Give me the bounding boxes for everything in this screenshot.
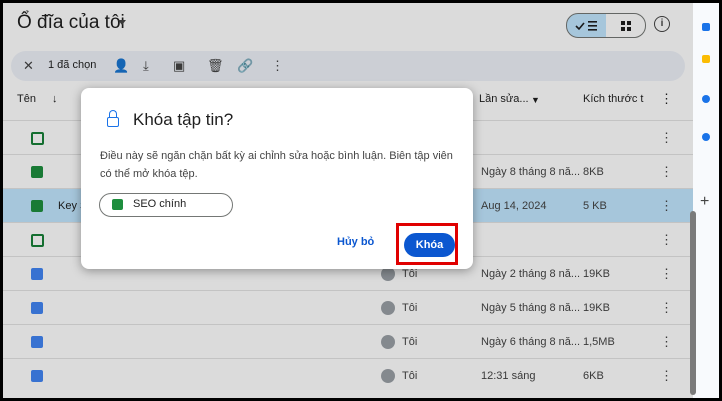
dialog-title: Khóa tập tin?	[133, 110, 234, 129]
lock-icon-body	[107, 117, 119, 127]
contacts-icon[interactable]	[702, 133, 710, 141]
dialog-body: Điều này sẽ ngăn chặn bất kỳ ai chỉnh sử…	[100, 150, 453, 180]
scrollbar[interactable]	[690, 211, 696, 395]
file-chip: SEO chính	[99, 193, 233, 217]
drive-window: Ổ đĩa của tôi i ✕ 1 đã chọn 👤 ⤓ ▣ 🗑 🔗 ⋮ …	[3, 3, 719, 398]
tasks-icon[interactable]	[702, 95, 710, 103]
right-side-panel: +	[693, 3, 719, 398]
sheets-icon	[112, 199, 123, 210]
calendar-icon[interactable]	[702, 23, 710, 31]
file-chip-label: SEO chính	[133, 198, 187, 210]
cancel-button[interactable]: Hủy bỏ	[337, 236, 374, 248]
keep-icon[interactable]	[702, 55, 710, 63]
add-icon[interactable]: +	[700, 193, 709, 211]
highlight-box	[396, 223, 458, 265]
